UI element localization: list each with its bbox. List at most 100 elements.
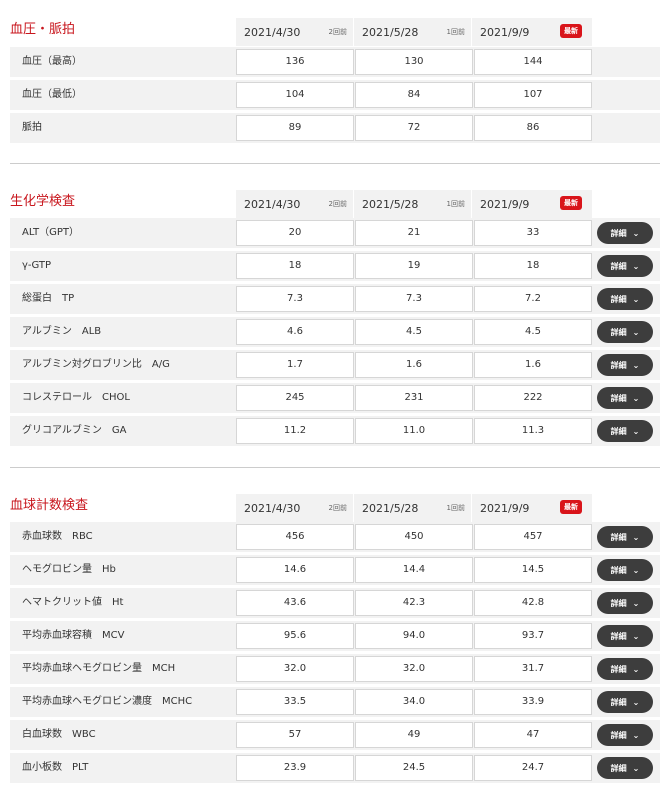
header-date-text: 2021/9/9	[480, 501, 530, 515]
row-label: 赤血球数 RBC	[22, 531, 93, 542]
row-label: 平均赤血球ヘモグロビン濃度 MCHC	[22, 696, 193, 707]
chevron-down-icon: ⌄	[632, 664, 640, 674]
table-row: ヘモグロビン量 Hb 14.6 14.4 14.5 詳細 ⌄	[10, 555, 660, 585]
section-title: 血圧・脈拍	[10, 22, 76, 37]
chevron-down-icon: ⌄	[632, 261, 640, 271]
detail-button[interactable]: 詳細 ⌄	[597, 559, 653, 581]
detail-button[interactable]: 詳細 ⌄	[597, 526, 653, 548]
value-cell: 7.3	[355, 286, 473, 312]
header-date-2: 2021/5/28 1回前	[354, 190, 472, 218]
date-header: 2021/4/30 2回前 2021/5/28 1回前 2021/9/9 最新	[236, 18, 592, 46]
row-label: ALT（GPT）	[22, 227, 80, 238]
value-cell: 57	[236, 722, 354, 748]
header-date-text: 2021/4/30	[244, 501, 301, 515]
value-cell: 72	[355, 115, 473, 141]
section-title: 生化学検査	[10, 194, 76, 209]
value-cell: 7.2	[474, 286, 592, 312]
detail-button[interactable]: 詳細 ⌄	[597, 592, 653, 614]
detail-button-label: 詳細	[610, 565, 627, 575]
detail-button-label: 詳細	[610, 532, 627, 542]
value-cell: 23.9	[236, 755, 354, 781]
header-sub-label: 2回前	[328, 200, 347, 208]
value-cell: 32.0	[236, 656, 354, 682]
detail-button[interactable]: 詳細 ⌄	[597, 691, 653, 713]
header-date-1: 2021/4/30 2回前	[236, 18, 354, 46]
chevron-down-icon: ⌄	[632, 565, 640, 575]
value-cell: 95.6	[236, 623, 354, 649]
value-cell: 43.6	[236, 590, 354, 616]
value-cell: 457	[474, 524, 592, 550]
table-row: アルブミン対グロブリン比 A/G 1.7 1.6 1.6 詳細 ⌄	[10, 350, 660, 380]
detail-button-label: 詳細	[610, 228, 627, 238]
detail-button[interactable]: 詳細 ⌄	[597, 288, 653, 310]
value-cell: 14.5	[474, 557, 592, 583]
latest-badge: 最新	[560, 24, 582, 38]
detail-button[interactable]: 詳細 ⌄	[597, 757, 653, 779]
chevron-down-icon: ⌄	[632, 598, 640, 608]
detail-button[interactable]: 詳細 ⌄	[597, 387, 653, 409]
row-label: 血圧（最低）	[22, 89, 82, 100]
header-date-text: 2021/5/28	[362, 197, 419, 211]
value-cell: 11.2	[236, 418, 354, 444]
value-cell: 21	[355, 220, 473, 246]
row-label: 脈拍	[22, 122, 42, 133]
table-row: 血圧（最高） 136 130 144	[10, 47, 660, 77]
detail-button[interactable]: 詳細 ⌄	[597, 255, 653, 277]
detail-button-label: 詳細	[610, 664, 627, 674]
value-cell: 14.6	[236, 557, 354, 583]
value-cell: 104	[236, 82, 354, 108]
value-cell: 33.9	[474, 689, 592, 715]
chevron-down-icon: ⌄	[632, 327, 640, 337]
table-row: 赤血球数 RBC 456 450 457 詳細 ⌄	[10, 522, 660, 552]
chevron-down-icon: ⌄	[632, 294, 640, 304]
value-cell: 450	[355, 524, 473, 550]
section-divider	[10, 467, 660, 468]
value-cell: 94.0	[355, 623, 473, 649]
value-cell: 93.7	[474, 623, 592, 649]
table-row: 平均赤血球ヘモグロビン濃度 MCHC 33.5 34.0 33.9 詳細 ⌄	[10, 687, 660, 717]
value-cell: 33	[474, 220, 592, 246]
header-sub-label: 1回前	[446, 200, 465, 208]
value-cell: 4.5	[355, 319, 473, 345]
value-cell: 18	[474, 253, 592, 279]
value-cell: 11.3	[474, 418, 592, 444]
header-date-text: 2021/5/28	[362, 501, 419, 515]
detail-button-label: 詳細	[610, 631, 627, 641]
detail-button[interactable]: 詳細 ⌄	[597, 625, 653, 647]
latest-badge: 最新	[560, 196, 582, 210]
table-row: 血小板数 PLT 23.9 24.5 24.7 詳細 ⌄	[10, 753, 660, 783]
row-label: 白血球数 WBC	[22, 729, 96, 740]
row-label: 総蛋白 TP	[22, 293, 75, 304]
detail-button[interactable]: 詳細 ⌄	[597, 321, 653, 343]
detail-button-label: 詳細	[610, 730, 627, 740]
value-cell: 245	[236, 385, 354, 411]
detail-button[interactable]: 詳細 ⌄	[597, 420, 653, 442]
section-title: 血球計数検査	[10, 498, 89, 513]
detail-button-label: 詳細	[610, 598, 627, 608]
value-cell: 144	[474, 49, 592, 75]
detail-button-label: 詳細	[610, 393, 627, 403]
detail-button[interactable]: 詳細 ⌄	[597, 724, 653, 746]
value-cell: 107	[474, 82, 592, 108]
value-cell: 84	[355, 82, 473, 108]
value-cell: 1.6	[355, 352, 473, 378]
value-cell: 1.7	[236, 352, 354, 378]
detail-button[interactable]: 詳細 ⌄	[597, 658, 653, 680]
value-cell: 34.0	[355, 689, 473, 715]
value-cell: 11.0	[355, 418, 473, 444]
header-date-3: 2021/9/9 最新	[472, 494, 590, 522]
header-sub-label: 1回前	[446, 28, 465, 36]
row-label: 平均赤血球ヘモグロビン量 MCH	[22, 663, 176, 674]
value-cell: 20	[236, 220, 354, 246]
chevron-down-icon: ⌄	[632, 697, 640, 707]
header-date-1: 2021/4/30 2回前	[236, 190, 354, 218]
detail-button[interactable]: 詳細 ⌄	[597, 222, 653, 244]
header-date-text: 2021/4/30	[244, 197, 301, 211]
header-date-3: 2021/9/9 最新	[472, 18, 590, 46]
detail-button[interactable]: 詳細 ⌄	[597, 354, 653, 376]
header-date-text: 2021/4/30	[244, 25, 301, 39]
row-label: ヘマトクリット値 Ht	[22, 597, 124, 608]
table-row: 平均赤血球ヘモグロビン量 MCH 32.0 32.0 31.7 詳細 ⌄	[10, 654, 660, 684]
row-label: ヘモグロビン量 Hb	[22, 564, 116, 575]
value-cell: 47	[474, 722, 592, 748]
